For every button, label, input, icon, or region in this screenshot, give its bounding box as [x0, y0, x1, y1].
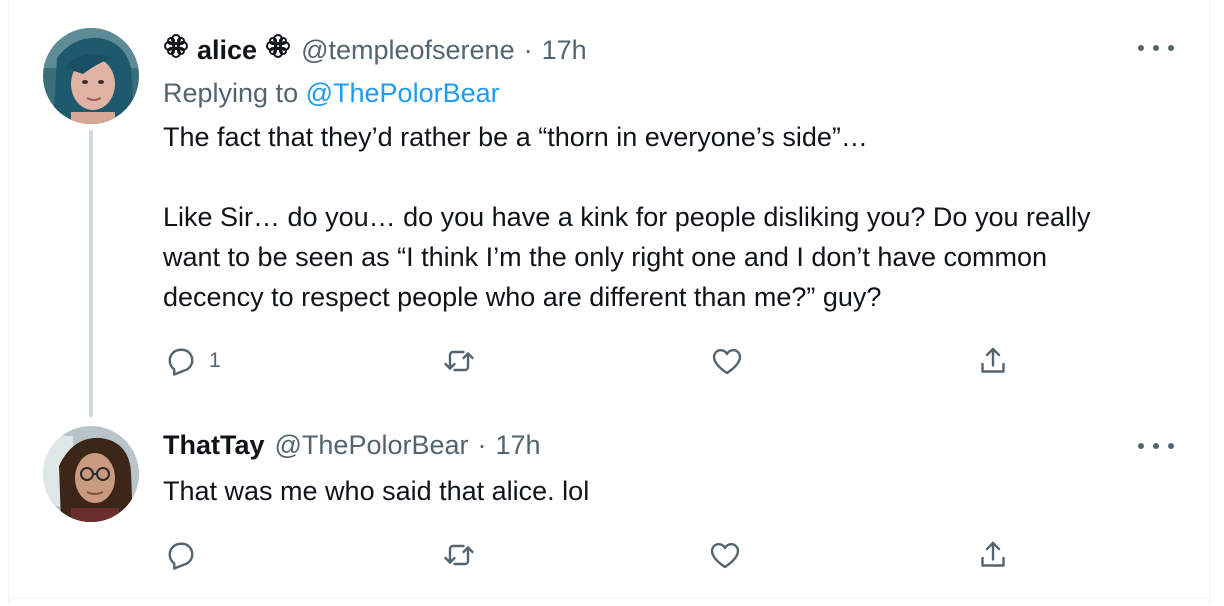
thread-line	[89, 130, 93, 417]
reply-button[interactable]	[163, 537, 209, 573]
more-icon[interactable]	[1138, 38, 1174, 58]
timestamp[interactable]: 17h	[542, 35, 587, 66]
separator: ·	[477, 430, 487, 460]
share-icon	[981, 541, 1005, 567]
tweet-header: alice @templeofserene · 17h	[163, 33, 587, 69]
replying-prefix: Replying to	[163, 78, 299, 108]
mention-link[interactable]: @ThePolorBear	[306, 78, 500, 108]
reply-count: 1	[209, 349, 221, 372]
timestamp[interactable]: 17h	[496, 430, 541, 461]
tweet-text-line: want to be seen as “I think I’m the only…	[163, 242, 1047, 272]
separator: ·	[523, 35, 533, 65]
retweet-icon	[444, 544, 474, 566]
retweet-button[interactable]	[441, 537, 477, 573]
user-handle[interactable]: @templeofserene	[301, 35, 515, 66]
replying-to: Replying to @ThePolorBear	[163, 78, 500, 109]
display-name[interactable]: ThatTay	[163, 430, 265, 461]
reply-icon	[168, 348, 194, 376]
like-button[interactable]	[707, 537, 743, 573]
reply-button[interactable]: 1	[163, 343, 221, 379]
more-icon[interactable]	[1138, 436, 1174, 456]
like-icon	[712, 349, 742, 375]
reply-icon	[168, 542, 194, 570]
avatar[interactable]	[43, 426, 139, 522]
share-button[interactable]	[975, 537, 1011, 573]
retweet-button[interactable]	[441, 343, 477, 379]
share-button[interactable]	[975, 343, 1011, 379]
retweet-icon	[444, 350, 474, 372]
tweet-text-line: decency to respect people who are differ…	[163, 282, 882, 312]
avatar[interactable]	[43, 28, 139, 124]
share-icon	[981, 347, 1005, 373]
tweet-text-line: Like Sir… do you… do you have a kink for…	[163, 202, 1091, 232]
tweet-text-line: That was me who said that alice. lol	[163, 476, 590, 506]
user-handle[interactable]: @ThePolorBear	[275, 430, 469, 461]
tweet-text-line: The fact that they’d rather be a “thorn …	[163, 122, 868, 152]
tweet-header: ThatTay @ThePolorBear · 17h	[163, 430, 541, 466]
like-button[interactable]	[709, 343, 745, 379]
flower-icon	[164, 34, 188, 58]
divider	[8, 598, 1208, 599]
display-name[interactable]: alice	[197, 35, 257, 66]
like-icon	[710, 543, 740, 569]
flower-icon	[266, 34, 291, 58]
